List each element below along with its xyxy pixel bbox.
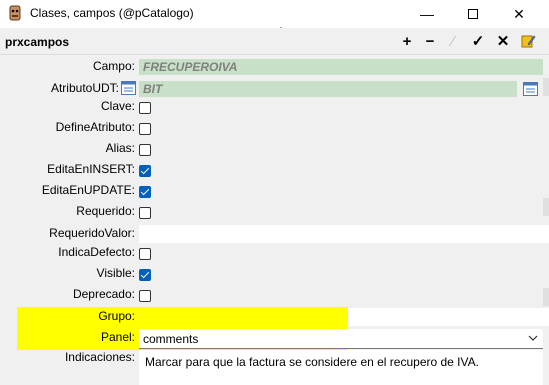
atributo-udt-row: AtributoUDT: BIT — [0, 80, 549, 98]
indicaciones-textarea[interactable]: Marcar para que la factura se considere … — [139, 350, 543, 385]
chevron-down-icon — [528, 335, 538, 341]
alias-label: Alias: — [105, 141, 135, 155]
clave-row: Clave: — [0, 99, 549, 117]
requerido-row: Requerido: — [0, 204, 549, 222]
requerido-valor-label: RequeridoValor: — [49, 226, 135, 240]
minimize-icon: — — [420, 6, 434, 22]
edita-insert-row: EditaEnINSERT: — [0, 162, 549, 180]
panel-row: Panel: comments — [0, 329, 549, 349]
cancel-icon: ✕ — [496, 33, 510, 50]
visible-checkbox[interactable] — [139, 269, 151, 281]
delete-record-button[interactable]: − — [421, 32, 439, 50]
atributo-udt-field[interactable]: BIT — [139, 81, 517, 97]
grupo-input-tail — [348, 308, 549, 326]
minus-icon: − — [425, 32, 435, 50]
define-atributo-checkbox[interactable] — [139, 123, 151, 135]
campo-row: Campo: FRECUPEROIVA — [0, 58, 549, 76]
minimize-button[interactable]: — — [404, 0, 450, 28]
add-record-button[interactable]: + — [398, 32, 416, 50]
cancel-button[interactable]: ✕ — [494, 32, 512, 50]
atributo-udt-label: AtributoUDT: — [50, 81, 119, 95]
requerido-valor-row: RequeridoValor: — [0, 225, 549, 245]
visible-row: Visible: — [0, 266, 549, 284]
panel-label: Panel: — [100, 330, 135, 344]
alias-row: Alias: — [0, 141, 549, 159]
check-icon: ✓ — [471, 33, 485, 50]
visible-label: Visible: — [96, 266, 135, 280]
notes-icon — [521, 35, 536, 48]
table-name: prxcampos — [5, 35, 70, 49]
grupo-label: Grupo: — [98, 309, 135, 323]
deprecado-checkbox[interactable] — [139, 290, 151, 302]
requerido-valor-input[interactable] — [139, 225, 549, 243]
app-icon — [9, 5, 21, 21]
indicaciones-row: Indicaciones: Marcar para que la factura… — [0, 350, 549, 385]
panel-select-value: comments — [143, 332, 199, 346]
clave-checkbox[interactable] — [139, 102, 151, 114]
deprecado-label: Deprecado: — [72, 287, 135, 301]
indica-defecto-row: IndicaDefecto: — [0, 245, 549, 263]
edit-icon: ⁄ — [451, 32, 455, 50]
maximize-icon — [468, 9, 478, 19]
grupo-row: Grupo: — [0, 308, 549, 328]
plus-icon: + — [402, 32, 412, 50]
define-atributo-row: DefineAtributo: — [0, 120, 549, 138]
list-lookup-icon[interactable] — [121, 81, 136, 95]
window-title: Clases, campos (@pCatalogo) — [30, 6, 194, 20]
edita-insert-label: EditaEnINSERT: — [47, 162, 135, 176]
campo-label: Campo: — [92, 59, 135, 73]
close-button[interactable]: ✕ — [496, 0, 542, 28]
deprecado-row: Deprecado: — [0, 287, 549, 305]
clave-label: Clave: — [100, 99, 135, 113]
edit-record-button[interactable]: ⁄ — [444, 32, 462, 50]
maximize-button[interactable] — [450, 0, 496, 28]
panel-select[interactable]: comments — [139, 329, 543, 349]
edita-update-label: EditaEnUPDATE: — [41, 183, 135, 197]
indicaciones-label: Indicaciones: — [64, 350, 135, 364]
define-atributo-label: DefineAtributo: — [55, 120, 135, 134]
indica-defecto-checkbox[interactable] — [139, 248, 151, 260]
edita-update-row: EditaEnUPDATE: — [0, 183, 549, 201]
edita-insert-checkbox[interactable] — [139, 165, 151, 177]
indica-defecto-label: IndicaDefecto: — [58, 245, 135, 259]
alias-checkbox[interactable] — [139, 144, 151, 156]
requerido-checkbox[interactable] — [139, 207, 151, 219]
notes-button[interactable] — [519, 32, 537, 50]
confirm-button[interactable]: ✓ — [469, 32, 487, 50]
title-bar: Clases, campos (@pCatalogo) — ✕ — [0, 0, 549, 46]
edita-update-checkbox[interactable] — [139, 186, 151, 198]
campo-field[interactable]: FRECUPEROIVA — [139, 59, 543, 75]
grid-toolbar: prxcampos + − ⁄ ✓ ✕ — [0, 28, 549, 55]
close-icon: ✕ — [513, 5, 525, 22]
requerido-label: Requerido: — [76, 204, 135, 218]
list-lookup-icon[interactable] — [523, 82, 538, 96]
